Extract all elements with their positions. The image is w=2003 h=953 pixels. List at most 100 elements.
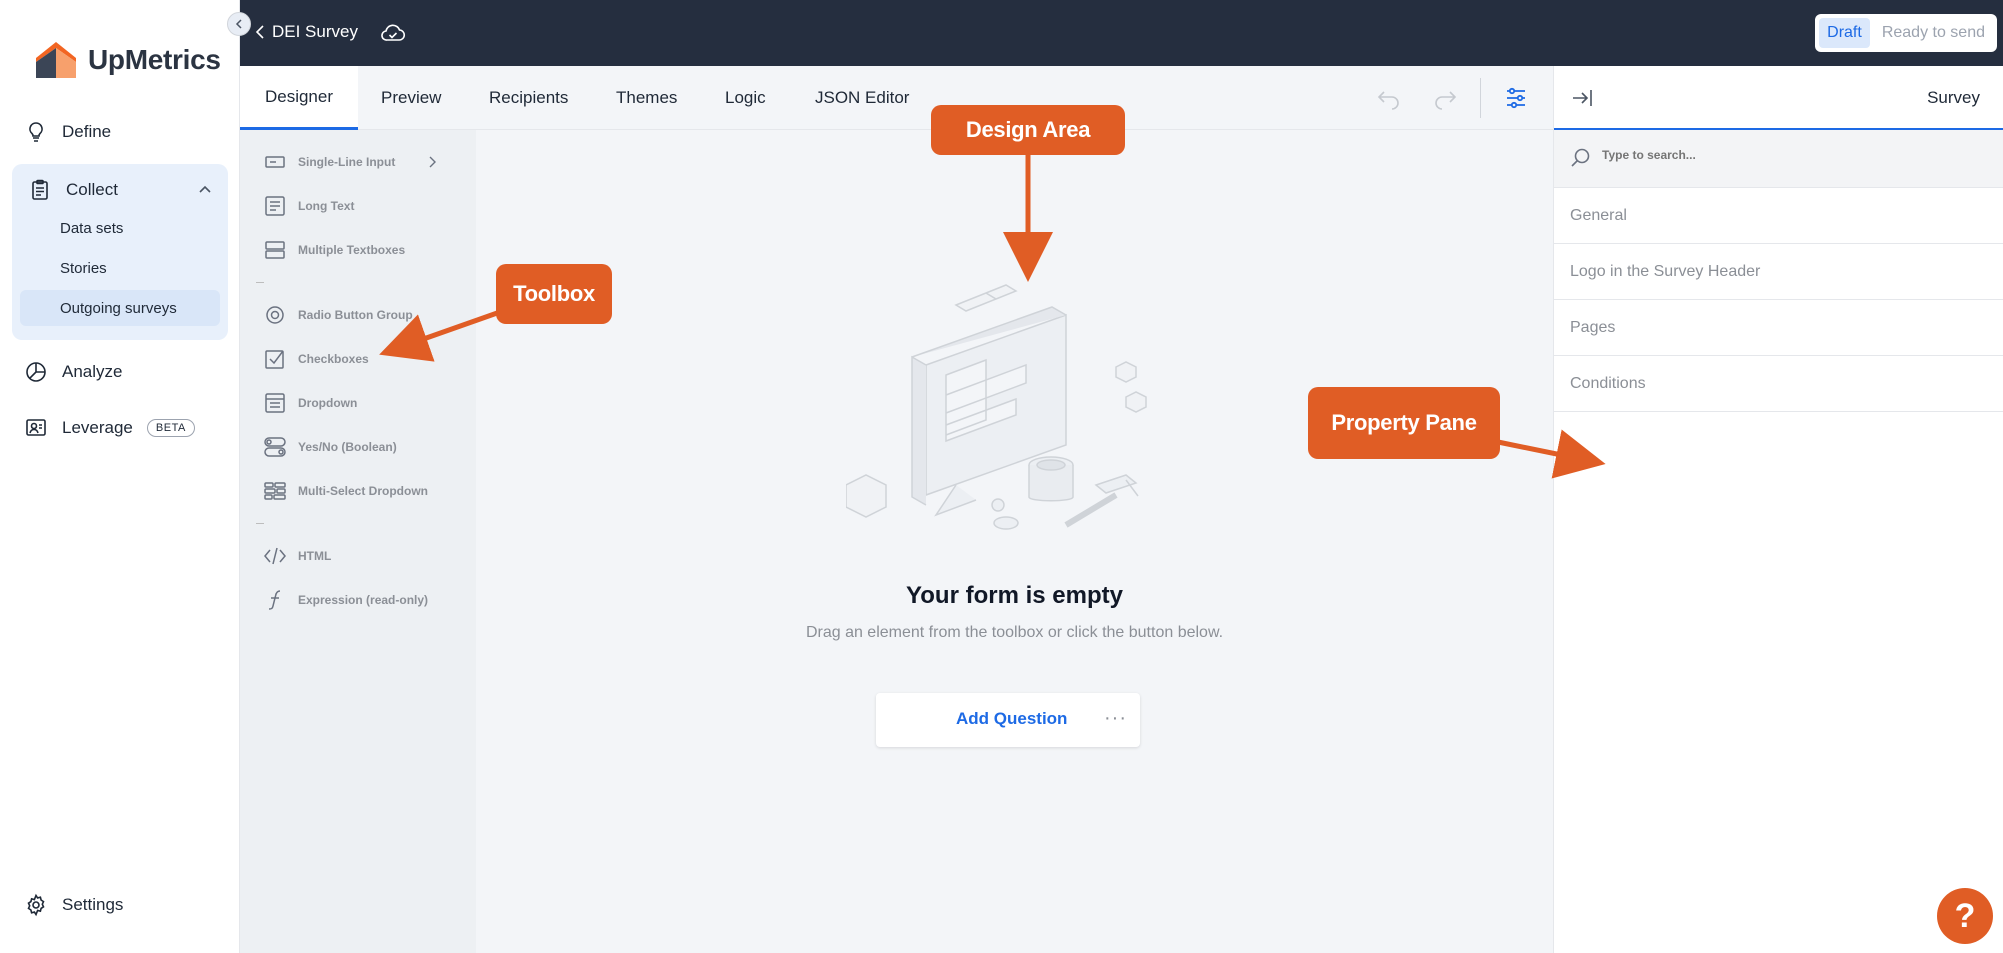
- multi-select-icon: [264, 482, 286, 500]
- toolbox-item-dropdown[interactable]: Dropdown: [264, 392, 357, 414]
- upmetrics-logo-icon: [36, 42, 76, 78]
- toolbox-item-label: Yes/No (Boolean): [298, 440, 397, 454]
- toolbox-item-multiple-textboxes[interactable]: Multiple Textboxes: [264, 239, 405, 261]
- add-question-button[interactable]: Add Question: [956, 709, 1067, 729]
- nav-leverage[interactable]: Leverage BETA: [24, 416, 195, 440]
- boolean-toggle-icon: [264, 437, 286, 457]
- toolbox-item-label: HTML: [298, 549, 332, 563]
- nav-collect-group: Collect Data sets Stories Outgoing surve…: [12, 164, 228, 340]
- radio-button-icon: [266, 306, 284, 324]
- toolbox-item-expression[interactable]: Expression (read-only): [264, 589, 428, 611]
- add-question-button-group: Add Question ···: [876, 693, 1140, 747]
- status-toggle: Draft Ready to send: [1815, 14, 1997, 52]
- lightbulb-icon: [29, 122, 43, 142]
- nav-define-label: Define: [62, 122, 112, 141]
- beta-badge: BETA: [146, 419, 195, 437]
- back-link[interactable]: DEI Survey: [256, 22, 358, 42]
- section-logo-header[interactable]: Logo in the Survey Header: [1554, 244, 2003, 300]
- tab-themes[interactable]: Themes: [616, 66, 677, 130]
- search-icon: [1571, 148, 1590, 167]
- multiple-textboxes-icon: [265, 241, 285, 259]
- toolbox-item-radio-button-group[interactable]: Radio Button Group: [264, 304, 413, 326]
- gear-icon: [27, 893, 45, 917]
- empty-form-illustration: [846, 284, 1147, 530]
- toolbox-item-label: Checkboxes: [298, 352, 369, 366]
- property-pane-title: Survey: [1927, 88, 1980, 107]
- nav-collect[interactable]: Collect: [28, 178, 118, 202]
- nav-collect-label: Collect: [66, 180, 118, 199]
- checkbox-icon: [265, 350, 284, 369]
- undo-icon[interactable]: [1376, 86, 1402, 110]
- toolbox-item-checkboxes[interactable]: Checkboxes: [264, 348, 369, 370]
- empty-form-subtitle: Drag an element from the toolbox or clic…: [805, 624, 1224, 641]
- sidebar-collapse-button[interactable]: [227, 12, 251, 36]
- collapse-pane-icon[interactable]: [1570, 86, 1594, 110]
- toolbox-item-long-text[interactable]: Long Text: [264, 195, 354, 217]
- survey-name: DEI Survey: [272, 22, 358, 41]
- nav-analyze[interactable]: Analyze: [24, 360, 122, 384]
- section-pages[interactable]: Pages: [1554, 300, 2003, 356]
- section-conditions[interactable]: Conditions: [1554, 356, 2003, 412]
- status-draft[interactable]: Draft: [1819, 18, 1870, 48]
- more-options-icon[interactable]: ···: [1104, 707, 1127, 730]
- app-logo[interactable]: UpMetrics: [32, 40, 221, 80]
- status-ready-to-send[interactable]: Ready to send: [1874, 18, 1993, 48]
- empty-form-title: Your form is empty: [906, 582, 1123, 609]
- callout-design-area: Design Area: [931, 105, 1125, 155]
- toolbox-item-yes-no-boolean[interactable]: Yes/No (Boolean): [264, 436, 397, 458]
- nav-settings[interactable]: Settings: [24, 893, 123, 917]
- toolbox-item-label: Multi-Select Dropdown: [298, 484, 428, 498]
- toolbox-item-label: Expression (read-only): [298, 593, 429, 607]
- top-bar: DEI Survey Draft Ready to send: [240, 0, 2003, 66]
- chevron-up-icon[interactable]: [198, 184, 212, 194]
- toolbar-divider: [1480, 78, 1481, 118]
- toolbox-item-label: Dropdown: [298, 396, 358, 410]
- toolbox: Single-Line Input Long Text Multiple Tex…: [240, 130, 476, 953]
- property-pane-header: Survey: [1554, 66, 2003, 130]
- toolbox-item-label: Radio Button Group: [298, 308, 413, 322]
- single-line-input-icon: [265, 156, 285, 168]
- toolbox-separator: [256, 523, 264, 524]
- tab-recipients[interactable]: Recipients: [489, 66, 568, 130]
- settings-sliders-icon[interactable]: [1504, 86, 1528, 110]
- callout-property-pane: Property Pane: [1308, 387, 1500, 459]
- toolbox-separator: [256, 282, 264, 283]
- toolbox-item-label: Long Text: [298, 199, 355, 213]
- long-text-icon: [265, 196, 285, 216]
- toolbox-item-html[interactable]: HTML: [264, 545, 331, 567]
- callout-toolbox: Toolbox: [496, 264, 612, 324]
- presentation-user-icon: [26, 419, 46, 436]
- sidebar: UpMetrics Define Collect Data sets Stori…: [0, 0, 240, 953]
- chevron-left-icon: [256, 25, 264, 39]
- logo-text: UpMetrics: [88, 44, 221, 75]
- property-pane: Survey General Logo in the Survey Header…: [1553, 66, 2003, 953]
- pie-chart-icon: [26, 362, 46, 382]
- nav-outgoing-surveys[interactable]: Outgoing surveys: [60, 300, 177, 317]
- property-search: [1554, 130, 2003, 188]
- property-search-input[interactable]: [1602, 148, 1982, 162]
- nav-settings-label: Settings: [62, 895, 124, 914]
- tab-bar: Designer Preview Recipients Themes Logic…: [240, 66, 1553, 130]
- tab-designer[interactable]: Designer: [240, 66, 358, 130]
- cloud-saved-icon: [381, 24, 406, 41]
- section-general[interactable]: General: [1554, 188, 2003, 244]
- tab-json-editor[interactable]: JSON Editor: [815, 66, 909, 130]
- nav-stories[interactable]: Stories: [60, 260, 107, 277]
- nav-analyze-label: Analyze: [62, 362, 123, 381]
- clipboard-icon: [32, 179, 48, 200]
- chevron-left-icon: [235, 19, 242, 29]
- nav-leverage-label: Leverage: [62, 418, 133, 437]
- nav-define[interactable]: Define: [24, 120, 111, 144]
- expression-icon: [268, 590, 281, 610]
- tab-logic[interactable]: Logic: [725, 66, 766, 130]
- toolbox-item-single-line-input[interactable]: Single-Line Input: [264, 151, 395, 173]
- redo-icon[interactable]: [1432, 86, 1458, 110]
- html-code-icon: [264, 547, 286, 565]
- tab-preview[interactable]: Preview: [381, 66, 441, 130]
- toolbox-item-multi-select-dropdown[interactable]: Multi-Select Dropdown: [264, 480, 428, 502]
- dropdown-icon: [265, 393, 285, 413]
- help-button[interactable]: ?: [1937, 888, 1993, 944]
- nav-data-sets[interactable]: Data sets: [60, 220, 123, 237]
- design-area: Your form is empty Drag an element from …: [476, 130, 1553, 953]
- chevron-right-icon[interactable]: [428, 156, 436, 168]
